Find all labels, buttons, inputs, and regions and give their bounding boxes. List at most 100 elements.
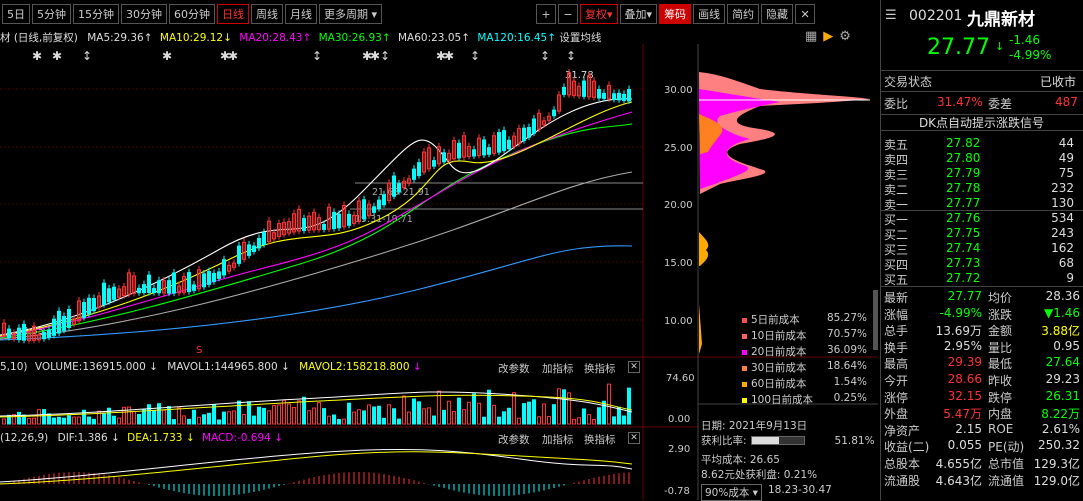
close-icon[interactable]: ✕ bbox=[628, 432, 640, 444]
period-tab-4[interactable]: 60分钟 bbox=[169, 4, 215, 24]
vol-axis-bottom: 0.00 bbox=[668, 414, 690, 425]
cost-range-select[interactable]: 90%成本 ▾ bbox=[701, 484, 762, 501]
volume-bar bbox=[117, 417, 121, 425]
toolbar-btn-2[interactable]: 筹码 bbox=[659, 4, 692, 24]
gear-icon[interactable]: ⚙ bbox=[839, 29, 851, 44]
ma-settings-link[interactable]: 设置均线 bbox=[559, 32, 601, 44]
orderbook-row[interactable]: 买一 27.76 534 bbox=[884, 211, 1080, 227]
zoom-in-button[interactable]: + bbox=[536, 4, 556, 24]
toolbar-btn-1[interactable]: 叠加 ▾ bbox=[619, 4, 658, 24]
period-tab-5[interactable]: 日线 bbox=[217, 4, 249, 24]
volume-change-params[interactable]: 改参数 bbox=[498, 361, 530, 376]
orderbook-price: 27.75 bbox=[946, 226, 981, 240]
volume-bar bbox=[87, 416, 91, 425]
ma20-label: MA20:28.43 bbox=[239, 32, 303, 44]
volume-bar bbox=[392, 408, 396, 425]
menu-icon[interactable]: ☰ bbox=[885, 8, 897, 23]
profit-ratio-bar bbox=[750, 436, 805, 445]
stat-value: 250.32 bbox=[1038, 438, 1080, 453]
period-tab-7[interactable]: 月线 bbox=[285, 4, 317, 24]
svg-text:✱: ✱ bbox=[370, 49, 380, 63]
close-icon[interactable]: ✕ bbox=[795, 4, 816, 24]
period-tab-0[interactable]: 5日 bbox=[2, 4, 30, 24]
svg-text:↕: ↕ bbox=[82, 49, 92, 63]
stat-value: -4.99% bbox=[939, 305, 982, 320]
panel-scrollbar[interactable] bbox=[873, 290, 878, 350]
macd-axis-bottom: -0.78 bbox=[664, 486, 690, 497]
orderbook-row[interactable]: 卖五 27.82 44 bbox=[884, 136, 1080, 152]
macd-change-params[interactable]: 改参数 bbox=[498, 432, 530, 447]
toolbar-btn-0[interactable]: 复权 ▾ bbox=[580, 4, 618, 24]
volume-bar bbox=[482, 416, 486, 425]
arrow-down-icon: ↓ bbox=[412, 361, 422, 373]
volume-bar bbox=[72, 416, 76, 425]
orderbook-row[interactable]: 买三 27.74 162 bbox=[884, 241, 1080, 257]
stat-value: 2.95% bbox=[943, 338, 982, 353]
volume-bar bbox=[327, 415, 331, 425]
price-tick: 15.00 bbox=[664, 258, 693, 269]
svg-text:✱: ✱ bbox=[162, 49, 172, 63]
volume-add-indicator[interactable]: 加指标 bbox=[542, 361, 574, 376]
weicha-label: 委差 bbox=[988, 97, 1013, 111]
volume-bar bbox=[352, 411, 356, 425]
orderbook-row[interactable]: 买四 27.73 68 bbox=[884, 256, 1080, 272]
stat-label: 收益(二) bbox=[884, 440, 930, 455]
toolbar-btn-3[interactable]: 画线 bbox=[693, 4, 726, 24]
volume-bar bbox=[242, 414, 246, 425]
volume-bar bbox=[547, 416, 551, 425]
stat-value: 28.66 bbox=[947, 372, 982, 386]
volume-bar bbox=[467, 401, 471, 425]
period-tab-1[interactable]: 5分钟 bbox=[32, 4, 71, 24]
period-tab-2[interactable]: 15分钟 bbox=[73, 4, 119, 24]
weicha-value: 487 bbox=[1055, 95, 1078, 109]
volume-bar bbox=[42, 409, 46, 425]
volume-switch-indicator[interactable]: 换指标 bbox=[584, 361, 616, 376]
volume-bar bbox=[177, 407, 181, 425]
stat-row: 总股本 4.655亿 总市值 129.3亿 bbox=[884, 455, 1080, 471]
legend-swatch bbox=[742, 381, 747, 387]
orderbook-row[interactable]: 卖四 27.80 49 bbox=[884, 151, 1080, 167]
macd-switch-indicator[interactable]: 换指标 bbox=[584, 432, 616, 447]
volume-bar bbox=[427, 407, 431, 425]
orderbook-volume: 49 bbox=[1058, 151, 1074, 165]
orderbook-volume: 232 bbox=[1051, 181, 1074, 195]
orderbook-row[interactable]: 卖一 27.77 130 bbox=[884, 196, 1080, 212]
volume-bar bbox=[287, 403, 291, 425]
volume-bar bbox=[477, 402, 481, 425]
stat-label: 最低 bbox=[988, 357, 1013, 372]
orderbook-row[interactable]: 买二 27.75 243 bbox=[884, 226, 1080, 242]
close-icon[interactable]: ✕ bbox=[628, 361, 640, 373]
period-tab-6[interactable]: 周线 bbox=[251, 4, 283, 24]
toolbar-btn-4[interactable]: 简约 bbox=[727, 4, 760, 24]
orderbook-row[interactable]: 买五 27.72 9 bbox=[884, 271, 1080, 287]
macd-header: (12,26,9) DIF:1.386 ↓ DEA:1.733 ↓ MACD:-… bbox=[0, 432, 643, 447]
dk-signal-banner[interactable]: DK点自动提示涨跌信号 bbox=[880, 114, 1083, 131]
signal-markers: ✱ ✱ ↕ ✱ ✱✱ ↕ ✱✱ ↕ ✱✱ ↕ ↕ ↕ bbox=[32, 49, 576, 63]
ma120-label: MA120:16.45 bbox=[477, 32, 548, 44]
volume-bar bbox=[217, 419, 221, 425]
period-tab-8[interactable]: 更多周期 ▾ bbox=[319, 4, 383, 24]
orderbook-row[interactable]: 卖二 27.78 232 bbox=[884, 181, 1080, 197]
stat-row: 外盘 5.47万 内盘 8.22万 bbox=[884, 405, 1080, 421]
volume-bar bbox=[567, 392, 571, 425]
period-tab-3[interactable]: 30分钟 bbox=[121, 4, 167, 24]
cursor-icon[interactable]: ▶ bbox=[823, 29, 833, 44]
arrow-down-icon: ↓ bbox=[281, 361, 290, 373]
price-change: -1.46 bbox=[1009, 33, 1041, 47]
zoom-out-button[interactable]: − bbox=[558, 4, 578, 24]
price-change-pct: -4.99% bbox=[1009, 48, 1052, 62]
volume-bar bbox=[292, 407, 296, 425]
volume-bar bbox=[112, 415, 116, 425]
macd-add-indicator[interactable]: 加指标 bbox=[542, 432, 574, 447]
grid-icon[interactable]: ▦ bbox=[805, 29, 817, 44]
stat-value: 2.15 bbox=[955, 421, 982, 436]
s-marker: S bbox=[196, 345, 202, 356]
orderbook-volume: 243 bbox=[1051, 226, 1074, 240]
volume-bar bbox=[237, 400, 241, 425]
orderbook-row[interactable]: 卖三 27.79 75 bbox=[884, 166, 1080, 182]
toolbar-btn-5[interactable]: 隐藏 bbox=[761, 4, 794, 24]
volume-bar bbox=[462, 409, 466, 425]
svg-text:↕: ↕ bbox=[566, 49, 576, 63]
profit-ratio-value: 51.81% bbox=[834, 434, 875, 447]
chip-profile-60d bbox=[699, 232, 709, 266]
